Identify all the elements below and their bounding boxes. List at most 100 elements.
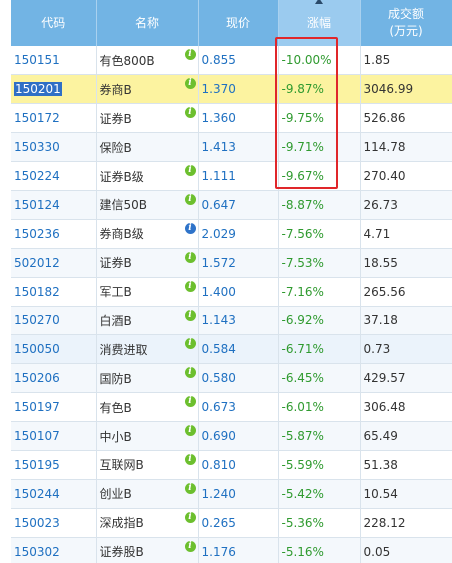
fund-name[interactable]: 互联网B i	[96, 450, 199, 480]
fund-name[interactable]: 证券B i	[96, 248, 199, 278]
table-row[interactable]: 150023 深成指B i 0.265 -5.36% 228.12	[11, 508, 452, 538]
fund-code-link[interactable]: 150270	[11, 306, 97, 336]
table-row[interactable]: 502012 证券B i 1.572 -7.53% 18.55	[11, 248, 452, 278]
info-icon[interactable]: i	[184, 165, 196, 177]
fund-code-text: 150023	[14, 515, 60, 530]
fund-name[interactable]: 军工B i	[96, 277, 199, 307]
turnover-amount: 0.73	[360, 334, 452, 365]
fund-code-link[interactable]: 150236	[11, 219, 97, 249]
fund-quote-table: 代码 名称 现价 涨幅 成交额 (万元) 150151 有色800B i 0.855-…	[11, 0, 452, 563]
header-volume[interactable]: 成交额 (万元)	[360, 0, 452, 46]
table-row[interactable]: 150107 中小B i 0.690 -5.87% 65.49	[11, 421, 452, 451]
fund-name-text: 深成指B	[99, 516, 144, 531]
fund-code-link[interactable]: 150124	[11, 190, 97, 220]
turnover-amount: 526.86	[360, 103, 452, 134]
fund-name[interactable]: 券商B级 i	[96, 219, 199, 249]
info-icon[interactable]: i	[184, 396, 196, 408]
fund-code-link[interactable]: 150224	[11, 161, 97, 191]
header-change[interactable]: 涨幅	[278, 0, 361, 46]
current-price: 2.029	[198, 219, 279, 249]
fund-code-link[interactable]: 150107	[11, 421, 97, 451]
table-row[interactable]: 150244 创业B i 1.240 -5.42% 10.54	[11, 479, 452, 509]
change-percent: -9.67%	[278, 161, 361, 191]
info-icon[interactable]: i	[184, 222, 196, 234]
info-icon[interactable]: i	[184, 251, 196, 263]
fund-code-link[interactable]: 150302	[11, 537, 97, 563]
table-row[interactable]: 150182 军工B i 1.400 -7.16% 265.56	[11, 277, 452, 307]
fund-code-link[interactable]: 150197	[11, 392, 97, 423]
table-row[interactable]: 150050 消费进取 i 0.584 -6.71% 0.73	[11, 334, 452, 365]
table-row[interactable]: 150330 保险B 1.413 -9.71% 114.78	[11, 132, 452, 163]
table-row[interactable]: 150236 券商B级 i 2.029 -7.56% 4.71	[11, 219, 452, 249]
info-icon[interactable]: i	[184, 540, 196, 552]
change-percent: -5.87%	[278, 421, 361, 451]
info-icon[interactable]: i	[184, 453, 196, 465]
fund-name[interactable]: 证券B i	[96, 103, 199, 134]
fund-name[interactable]: 有色800B i	[96, 46, 199, 76]
table-row[interactable]: 150270 白酒B i 1.143 -6.92% 37.18	[11, 306, 452, 336]
info-icon[interactable]: i	[184, 367, 196, 379]
fund-code-text: 150270	[14, 313, 60, 328]
fund-name[interactable]: 中小B i	[96, 421, 199, 451]
sort-desc-icon	[314, 0, 323, 4]
fund-code-link[interactable]: 150330	[11, 132, 97, 163]
fund-name-text: 证券B	[99, 111, 132, 126]
change-percent: -10.00%	[278, 46, 361, 76]
table-row[interactable]: 150197 有色B i 0.673 -6.01% 306.48	[11, 392, 452, 423]
info-icon[interactable]: i	[184, 78, 196, 90]
table-row[interactable]: 150172 证券B i 1.360 -9.75% 526.86	[11, 103, 452, 134]
table-row[interactable]: 150302 证券股B i 1.176 -5.16% 0.05	[11, 537, 452, 563]
info-icon[interactable]: i	[184, 338, 196, 350]
current-price: 0.647	[198, 190, 279, 220]
fund-name[interactable]: 证券B级 i	[96, 161, 199, 191]
info-icon[interactable]: i	[184, 49, 196, 60]
table-row[interactable]: 150201 券商B i 1.370 -9.87% 3046.99	[11, 74, 452, 105]
fund-name[interactable]: 国防B i	[96, 363, 199, 394]
table-row[interactable]: 150151 有色800B i 0.855 -10.00% 1.85	[11, 46, 452, 76]
fund-name[interactable]: 消费进取 i	[96, 334, 199, 365]
fund-code-link[interactable]: 150172	[11, 103, 97, 134]
fund-code-link[interactable]: 150206	[11, 363, 97, 394]
fund-name-text: 创业B	[99, 487, 132, 502]
fund-code-link[interactable]: 150050	[11, 334, 97, 365]
table-row[interactable]: 150224 证券B级 i 1.111 -9.67% 270.40	[11, 161, 452, 191]
header-code[interactable]: 代码	[11, 0, 97, 46]
info-icon[interactable]: i	[184, 193, 196, 205]
fund-code-link[interactable]: 150195	[11, 450, 97, 480]
table-row[interactable]: 150206 国防B i 0.580 -6.45% 429.57	[11, 363, 452, 394]
fund-name-text: 国防B	[99, 371, 132, 386]
fund-name[interactable]: 白酒B i	[96, 306, 199, 336]
info-icon[interactable]: i	[184, 511, 196, 523]
current-price: 1.360	[198, 103, 279, 134]
fund-name[interactable]: 创业B i	[96, 479, 199, 509]
table-row[interactable]: 150195 互联网B i 0.810 -5.59% 51.38	[11, 450, 452, 480]
info-icon[interactable]: i	[184, 482, 196, 494]
fund-code-text: 150302	[14, 544, 60, 559]
fund-code-text: 150182	[14, 284, 60, 299]
fund-code-link[interactable]: 150023	[11, 508, 97, 538]
fund-code-link[interactable]: 150182	[11, 277, 97, 307]
fund-name[interactable]: 有色B i	[96, 392, 199, 423]
fund-code-link[interactable]: 150151	[11, 46, 97, 76]
header-name[interactable]: 名称	[96, 0, 199, 46]
current-price: 0.810	[198, 450, 279, 480]
change-percent: -7.56%	[278, 219, 361, 249]
header-price[interactable]: 现价	[198, 0, 279, 46]
fund-name[interactable]: 保险B	[96, 132, 199, 163]
table-row[interactable]: 150124 建信50B i 0.647 -8.87% 26.73	[11, 190, 452, 220]
info-icon[interactable]: i	[184, 280, 196, 292]
turnover-amount: 270.40	[360, 161, 452, 191]
change-percent: -8.87%	[278, 190, 361, 220]
info-icon[interactable]: i	[184, 107, 196, 119]
fund-code-link[interactable]: 502012	[11, 248, 97, 278]
fund-code-link[interactable]: 150201	[11, 74, 97, 105]
fund-code-text: 150224	[14, 169, 60, 183]
fund-name[interactable]: 建信50B i	[96, 190, 199, 220]
fund-name[interactable]: 券商B i	[96, 74, 199, 105]
change-percent: -5.42%	[278, 479, 361, 509]
fund-name[interactable]: 深成指B i	[96, 508, 199, 538]
info-icon[interactable]: i	[184, 309, 196, 321]
fund-code-link[interactable]: 150244	[11, 479, 97, 509]
fund-name[interactable]: 证券股B i	[96, 537, 199, 563]
info-icon[interactable]: i	[184, 425, 196, 437]
